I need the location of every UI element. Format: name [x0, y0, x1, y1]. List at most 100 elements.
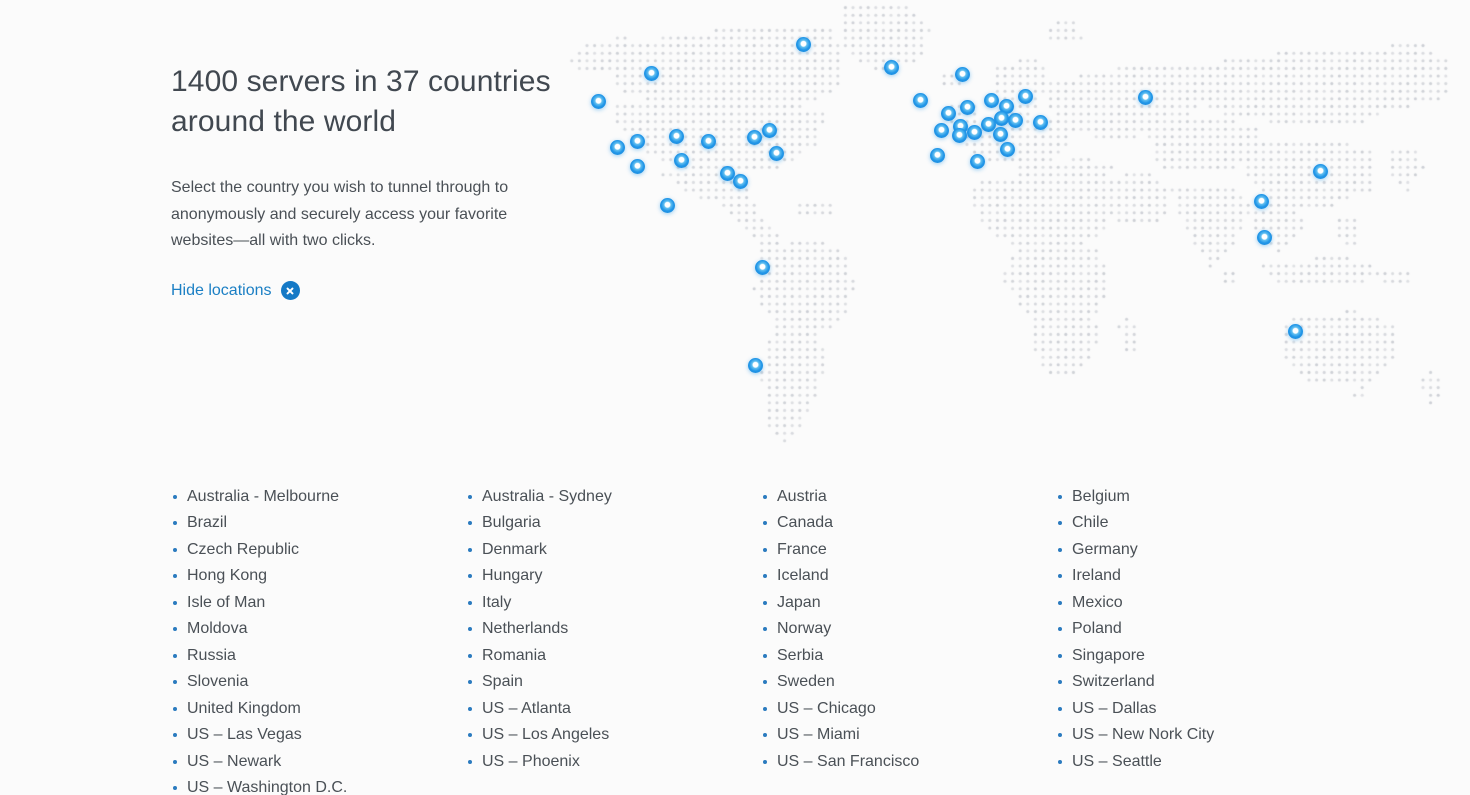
location-list-item[interactable]: Serbia [761, 643, 1056, 669]
location-list-item[interactable]: Isle of Man [171, 590, 466, 616]
server-location-marker[interactable] [754, 259, 770, 275]
server-location-marker[interactable] [795, 36, 811, 52]
server-location-marker[interactable] [954, 66, 970, 82]
server-location-marker[interactable] [959, 99, 975, 115]
server-location-marker[interactable] [1253, 193, 1269, 209]
location-list-item[interactable]: Mexico [1056, 590, 1351, 616]
location-list-item[interactable]: Norway [761, 616, 1056, 642]
server-location-marker[interactable] [747, 357, 763, 373]
server-location-marker[interactable] [1137, 89, 1153, 105]
server-location-marker[interactable] [912, 92, 928, 108]
server-location-marker[interactable] [590, 93, 606, 109]
location-list-item[interactable]: Moldova [171, 616, 466, 642]
server-location-marker[interactable] [732, 173, 748, 189]
location-list-item[interactable]: Australia - Sydney [466, 484, 761, 510]
location-list-item[interactable]: Italy [466, 590, 761, 616]
location-column: Australia - Melbourne Brazil Czech Republi… [171, 484, 466, 795]
location-label: Singapore [1072, 646, 1145, 664]
location-list-item[interactable]: Belgium [1056, 484, 1351, 510]
location-list-item[interactable]: US – Atlanta [466, 696, 761, 722]
server-location-marker[interactable] [951, 127, 967, 143]
location-list-item[interactable]: Singapore [1056, 643, 1351, 669]
server-location-marker[interactable] [1007, 112, 1023, 128]
location-list-item[interactable]: Ireland [1056, 563, 1351, 589]
location-list-item[interactable]: Poland [1056, 616, 1351, 642]
location-list-item[interactable]: US – New Nork City [1056, 722, 1351, 748]
location-list-item[interactable]: Japan [761, 590, 1056, 616]
location-list-item[interactable]: Slovenia [171, 669, 466, 695]
server-location-marker[interactable] [966, 124, 982, 140]
bullet-icon [763, 706, 767, 711]
server-location-marker[interactable] [969, 153, 985, 169]
location-label: Hungary [482, 567, 543, 585]
server-location-marker[interactable] [992, 126, 1008, 142]
server-location-marker[interactable] [629, 133, 645, 149]
location-list-item[interactable]: US – Los Angeles [466, 722, 761, 748]
close-icon[interactable] [280, 281, 300, 300]
server-location-marker[interactable] [929, 147, 945, 163]
location-list-item[interactable]: Brazil [171, 510, 466, 536]
server-location-marker[interactable] [659, 197, 675, 213]
server-location-marker[interactable] [761, 122, 777, 138]
server-location-marker[interactable] [1032, 114, 1048, 130]
location-list-item[interactable]: Netherlands [466, 616, 761, 642]
location-list-item[interactable]: Hong Kong [171, 563, 466, 589]
location-list-item[interactable]: United Kingdom [171, 696, 466, 722]
location-list-item[interactable]: Czech Republic [171, 537, 466, 563]
hide-locations-link[interactable]: Hide locations [171, 281, 300, 301]
location-list-item[interactable]: US – Chicago [761, 696, 1056, 722]
server-location-marker[interactable] [700, 133, 716, 149]
server-location-marker[interactable] [933, 122, 949, 138]
location-list-item[interactable]: US – Newark [171, 749, 466, 775]
location-list-item[interactable]: Sweden [761, 669, 1056, 695]
location-list-item[interactable]: US – Phoenix [466, 749, 761, 775]
server-location-marker[interactable] [768, 145, 784, 161]
location-list-item[interactable]: Germany [1056, 537, 1351, 563]
location-list-item[interactable]: US – Miami [761, 722, 1056, 748]
server-location-marker[interactable] [1312, 163, 1328, 179]
server-location-marker[interactable] [643, 65, 659, 81]
location-list-item[interactable]: Chile [1056, 510, 1351, 536]
location-list-item[interactable]: US – San Francisco [761, 749, 1056, 775]
location-list-item[interactable]: France [761, 537, 1056, 563]
bullet-icon [468, 574, 472, 579]
location-label: US – Newark [187, 752, 282, 770]
server-location-marker[interactable] [719, 165, 735, 181]
location-list-item[interactable]: Spain [466, 669, 761, 695]
location-label: Germany [1072, 540, 1138, 558]
server-location-marker[interactable] [1287, 323, 1303, 339]
server-location-marker[interactable] [1256, 229, 1272, 245]
server-location-marker[interactable] [883, 59, 899, 75]
location-list-item[interactable]: Romania [466, 643, 761, 669]
server-location-marker[interactable] [746, 129, 762, 145]
server-location-marker[interactable] [668, 128, 684, 144]
location-list-item[interactable]: US – Dallas [1056, 696, 1351, 722]
bullet-icon [1058, 733, 1062, 738]
location-list-item[interactable]: US – Washington D.C. [171, 775, 466, 795]
server-location-marker[interactable] [1017, 88, 1033, 104]
server-location-marker[interactable] [940, 105, 956, 121]
location-list-item[interactable]: Canada [761, 510, 1056, 536]
location-label: Netherlands [482, 620, 569, 638]
location-list-item[interactable]: US – Seattle [1056, 749, 1351, 775]
location-list-item[interactable]: Iceland [761, 563, 1056, 589]
server-location-marker[interactable] [629, 158, 645, 174]
server-location-marker[interactable] [673, 152, 689, 168]
server-location-marker[interactable] [983, 92, 999, 108]
server-location-marker[interactable] [999, 141, 1015, 157]
location-list-item[interactable]: Bulgaria [466, 510, 761, 536]
location-label: Belgium [1072, 488, 1130, 505]
location-list-item[interactable]: Switzerland [1056, 669, 1351, 695]
server-location-marker[interactable] [609, 139, 625, 155]
server-location-marker[interactable] [993, 110, 1009, 126]
bullet-icon [173, 495, 177, 499]
location-list-item[interactable]: Austria [761, 484, 1056, 510]
location-list-item[interactable]: Russia [171, 643, 466, 669]
location-list-item[interactable]: Denmark [466, 537, 761, 563]
server-location-marker[interactable] [980, 116, 996, 132]
location-list-item[interactable]: Australia - Melbourne [171, 484, 466, 510]
location-list-item[interactable]: Hungary [466, 563, 761, 589]
location-list-item[interactable]: US – Las Vegas [171, 722, 466, 748]
location-label: Japan [777, 593, 821, 611]
bullet-icon [1058, 706, 1062, 711]
